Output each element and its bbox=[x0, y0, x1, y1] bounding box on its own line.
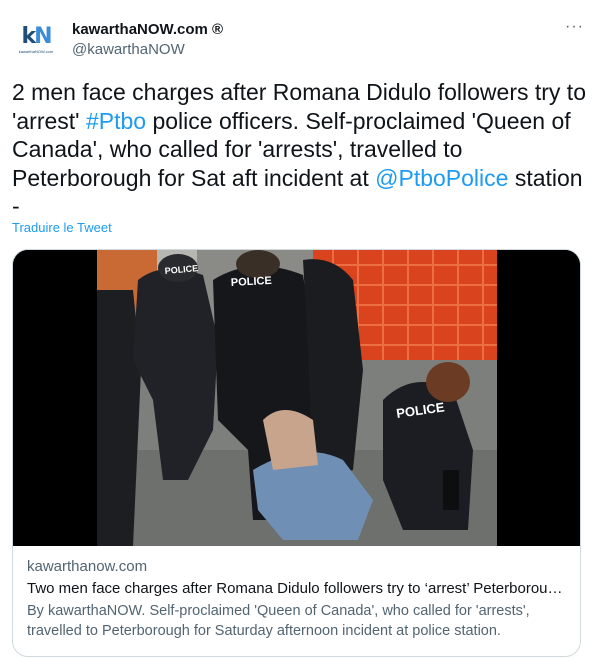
author-block[interactable]: kawarthaNOW.com ® @kawarthaNOW bbox=[72, 20, 223, 60]
card-title[interactable]: Two men face charges after Romana Didulo… bbox=[27, 579, 567, 599]
user-handle[interactable]: @kawarthaNOW bbox=[72, 40, 223, 60]
police-arrest-photo: POLICE POLICE POLICE bbox=[13, 250, 580, 546]
avatar-logo-icon: kN bbox=[21, 24, 52, 49]
card-description: By kawarthaNOW. Self-proclaimed 'Queen o… bbox=[27, 603, 530, 639]
mention-link[interactable]: @PtboPolice bbox=[375, 165, 508, 191]
card-image[interactable]: POLICE POLICE POLICE bbox=[13, 250, 580, 546]
card-domain: kawarthanow.com bbox=[27, 558, 148, 575]
link-preview-card[interactable]: POLICE POLICE POLICE kawarthanow.com Two… bbox=[12, 249, 581, 657]
translate-tweet-link[interactable]: Traduire le Tweet bbox=[12, 220, 112, 235]
hashtag-link[interactable]: #Ptbo bbox=[86, 108, 146, 134]
police-label: POLICE bbox=[231, 275, 273, 289]
display-name[interactable]: kawarthaNOW.com ® bbox=[72, 20, 223, 40]
more-options-icon[interactable]: ··· bbox=[565, 18, 584, 36]
avatar-subtext: kawarthaNOW.com bbox=[18, 49, 54, 54]
card-text-block[interactable]: kawarthanow.com Two men face charges aft… bbox=[27, 557, 567, 641]
tweet-text: 2 men face charges after Romana Didulo f… bbox=[12, 78, 588, 221]
avatar[interactable]: kN kawarthaNOW.com bbox=[12, 16, 60, 64]
tweet-header: kN kawarthaNOW.com kawarthaNOW.com ® @ka… bbox=[12, 14, 588, 62]
